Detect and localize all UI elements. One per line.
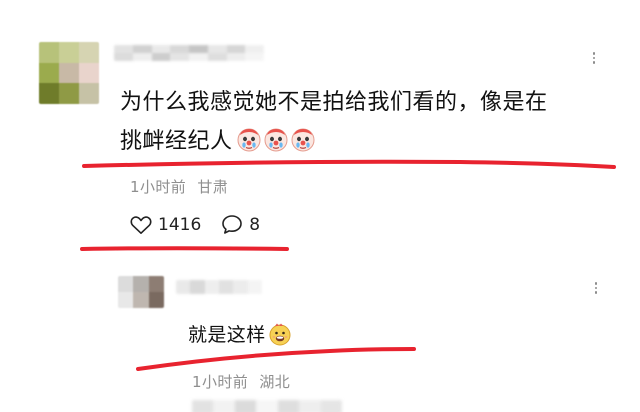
reply-time: 1小时前	[192, 373, 249, 391]
red-underline-actions	[80, 246, 289, 251]
screenshot-page: 为什么我感觉她不是拍给我们看的，像是在 挑衅经纪人 1小时前 甘肃 1416 8…	[0, 0, 640, 412]
crying-clown-emoji	[237, 128, 261, 152]
speech-bubble-icon	[222, 215, 243, 234]
grinning-face-emoji	[269, 323, 291, 345]
comment-time: 1小时前	[130, 178, 187, 196]
heart-icon	[130, 215, 152, 234]
more-dots-icon[interactable]	[588, 48, 600, 68]
red-underline-comment	[82, 159, 616, 169]
crying-clown-emoji	[264, 128, 288, 152]
red-underline-reply	[136, 347, 416, 371]
reply-meta: 1小时前 湖北	[192, 371, 290, 392]
crying-clown-emoji	[291, 128, 315, 152]
comment-line-2-wrap: 挑衅经纪人	[120, 122, 610, 161]
commenter-name-blurred	[114, 45, 264, 61]
emoji-row	[236, 126, 316, 152]
replier-name-blurred	[176, 280, 262, 294]
comment-text: 为什么我感觉她不是拍给我们看的，像是在 挑衅经纪人	[120, 83, 610, 161]
comment-meta: 1小时前 甘肃	[130, 176, 228, 197]
comment-line-2: 挑衅经纪人	[120, 129, 233, 154]
reply-text: 就是这样	[188, 320, 292, 347]
replier-avatar[interactable]	[118, 276, 164, 308]
reply-count-button[interactable]: 8	[221, 214, 260, 235]
like-button[interactable]: 1416	[130, 215, 201, 235]
comment-location: 甘肃	[197, 178, 229, 196]
comment-line-1: 为什么我感觉她不是拍给我们看的，像是在	[120, 90, 548, 115]
reply-location: 湖北	[259, 373, 291, 391]
reply-text-content: 就是这样	[188, 324, 266, 346]
commenter-avatar[interactable]	[39, 42, 99, 104]
like-count: 1416	[158, 214, 202, 235]
reply-count: 8	[249, 214, 261, 235]
comment-action-bar: 1416 8	[130, 214, 260, 235]
next-row-blurred	[192, 400, 342, 412]
more-dots-icon[interactable]	[590, 278, 602, 298]
